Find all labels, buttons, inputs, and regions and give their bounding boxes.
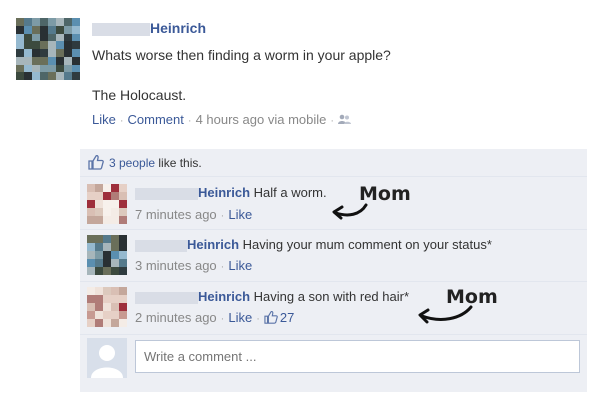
redacted-surname	[92, 23, 150, 37]
comment-body: Heinrich Half a worm.	[135, 185, 327, 200]
comment-timestamp[interactable]: 7 minutes ago	[135, 207, 217, 222]
comment-timestamp[interactable]: 2 minutes ago	[135, 310, 217, 325]
comment-item: Heinrich Having a son with red hair* 2 m…	[80, 281, 587, 334]
post-text-punchline: The Holocaust.	[92, 87, 187, 103]
post-author-avatar[interactable]	[16, 18, 80, 80]
thumbs-up-icon	[88, 154, 104, 173]
comment-timestamp[interactable]: 3 minutes ago	[135, 258, 217, 273]
comment-body: Heinrich Having your mum comment on your…	[135, 237, 492, 252]
comment-text: Having your mum comment on your status*	[242, 237, 492, 252]
curved-arrow-icon	[332, 203, 368, 220]
post-author-name[interactable]: Heinrich	[150, 20, 206, 36]
separator-dot: ·	[220, 210, 225, 222]
comment-meta: 3 minutes ago · Like	[135, 258, 252, 273]
comment-meta: 7 minutes ago · Like	[135, 207, 252, 222]
comment-body: Heinrich Having a son with red hair*	[135, 289, 409, 304]
friends-icon[interactable]	[338, 113, 352, 128]
comment-author-avatar[interactable]	[87, 184, 127, 224]
separator-dot: ·	[256, 313, 260, 325]
thumbs-up-icon[interactable]	[264, 310, 278, 327]
comments-section: 3 people like this. Heinrich Half a worm…	[80, 149, 587, 392]
redacted-surname	[135, 187, 198, 200]
comment-like-link[interactable]: Like	[228, 310, 252, 325]
comment-text: Having a son with red hair*	[253, 289, 409, 304]
post-timestamp[interactable]: 4 hours ago via mobile	[196, 112, 327, 127]
like-summary: 3 people like this.	[88, 154, 202, 173]
comment-author-avatar[interactable]	[87, 287, 127, 327]
comment-item: Heinrich Having your mum comment on your…	[80, 229, 587, 281]
like-summary-suffix: like this.	[155, 156, 202, 170]
redacted-surname	[135, 291, 198, 304]
comment-author-name[interactable]: Heinrich	[198, 185, 250, 200]
comment-author-avatar[interactable]	[87, 235, 127, 275]
separator-dot: ·	[220, 261, 225, 273]
comment-composer[interactable]	[135, 340, 580, 373]
post-text: Whats worse then finding a worm in your …	[92, 47, 391, 63]
redacted-surname	[135, 239, 187, 252]
separator-dot: ·	[330, 115, 335, 127]
curved-arrow-icon	[418, 305, 473, 324]
comment-meta: 2 minutes ago · Like · 27	[135, 310, 294, 327]
comment-like-link[interactable]: Like	[228, 258, 252, 273]
post-comment-link[interactable]: Comment	[128, 112, 184, 127]
separator-dot: ·	[119, 115, 124, 127]
default-avatar	[87, 338, 127, 378]
comment-like-link[interactable]: Like	[228, 207, 252, 222]
post-like-link[interactable]: Like	[92, 112, 116, 127]
post-action-bar: Like · Comment · 4 hours ago via mobile ·	[92, 112, 352, 128]
separator-dot: ·	[220, 313, 225, 325]
comment-input[interactable]	[136, 341, 579, 372]
post-author-row: Heinrich	[92, 20, 206, 37]
like-count-link[interactable]: 3 people	[109, 156, 155, 170]
comment-author-name[interactable]: Heinrich	[187, 237, 239, 252]
separator-dot: ·	[187, 115, 192, 127]
comment-item: Heinrich Half a worm. 7 minutes ago · Like…	[80, 176, 587, 229]
comment-author-name[interactable]: Heinrich	[198, 289, 250, 304]
comment-like-count[interactable]: 27	[280, 310, 294, 325]
comment-text: Half a worm.	[253, 185, 327, 200]
